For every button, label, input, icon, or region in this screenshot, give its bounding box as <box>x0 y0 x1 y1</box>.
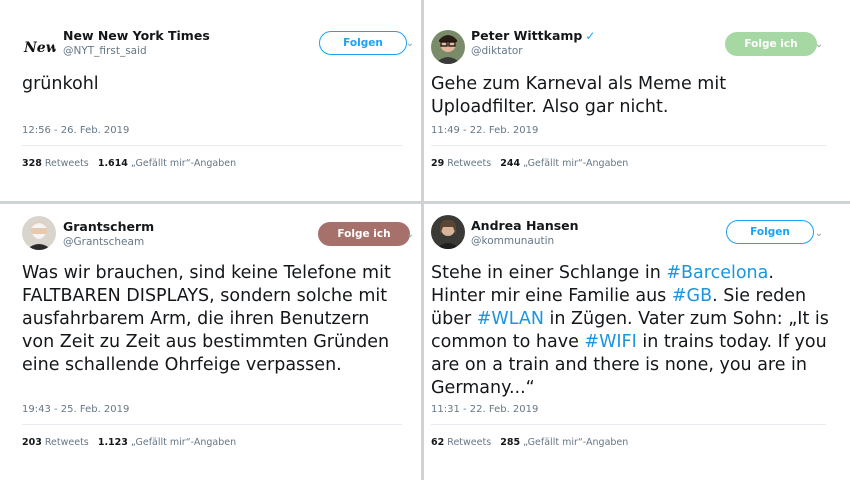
avatar[interactable] <box>431 30 465 64</box>
hashtag-link[interactable]: #Barcelona <box>666 263 768 283</box>
retweet-count[interactable]: 203 <box>22 437 42 448</box>
retweet-count[interactable]: 62 <box>431 437 444 448</box>
tweet-stats: 62 Retweets 285 „Gefällt mir“-Angaben <box>431 437 628 448</box>
separator <box>431 145 826 146</box>
retweet-label: Retweets <box>447 437 492 448</box>
nyt-logo-icon: New <box>22 30 56 64</box>
tweet-timestamp[interactable]: 19:43 - 25. Feb. 2019 <box>22 404 129 415</box>
chevron-down-icon[interactable]: ⌄ <box>404 38 416 50</box>
user-handle[interactable]: @diktator <box>471 45 523 57</box>
like-count[interactable]: 1.123 <box>98 437 128 448</box>
tweet-text: grünkohl <box>22 74 99 94</box>
like-label: „Gefällt mir“-Angaben <box>523 437 629 448</box>
chevron-down-icon[interactable]: ⌄ <box>813 228 825 240</box>
tweet-card: New New New York Times @NYT_first_said F… <box>22 27 417 197</box>
follow-button[interactable]: Folgen <box>726 220 814 244</box>
row-divider <box>0 201 850 204</box>
avatar[interactable]: New <box>22 30 56 64</box>
tweet-card: Grantscherm @Grantscheam Folge ich ⌄ Was… <box>22 216 417 476</box>
user-name[interactable]: Andrea Hansen <box>471 218 579 233</box>
like-count[interactable]: 1.614 <box>98 158 128 169</box>
separator <box>22 424 402 425</box>
user-handle[interactable]: @Grantscheam <box>63 236 144 248</box>
column-divider <box>421 0 424 480</box>
hashtag-link[interactable]: #GB <box>672 286 712 306</box>
retweet-label: Retweets <box>447 158 492 169</box>
avatar[interactable] <box>431 215 465 249</box>
user-name[interactable]: Peter Wittkamp ✓ <box>471 28 595 43</box>
svg-text:New: New <box>23 40 56 56</box>
avatar-image-icon <box>22 216 56 250</box>
separator <box>431 424 826 425</box>
user-handle[interactable]: @NYT_first_said <box>63 45 147 57</box>
retweet-label: Retweets <box>44 158 89 169</box>
retweet-label: Retweets <box>44 437 89 448</box>
retweet-count[interactable]: 29 <box>431 158 444 169</box>
like-count[interactable]: 244 <box>500 158 520 169</box>
like-count[interactable]: 285 <box>500 437 520 448</box>
verified-badge-icon: ✓ <box>585 29 596 43</box>
hashtag-link[interactable]: #WIFI <box>584 332 636 352</box>
following-button[interactable]: Folge ich <box>318 222 410 246</box>
text-segment: Stehe in einer Schlange in <box>431 263 667 283</box>
tweet-text: Gehe zum Karneval als Meme mit Uploadfil… <box>431 74 727 117</box>
tweet-text: Stehe in einer Schlange in #Barcelona. H… <box>431 262 831 400</box>
tweet-text: Was wir brauchen, sind keine Telefone mi… <box>22 263 391 375</box>
avatar-image-icon <box>431 30 465 64</box>
like-label: „Gefällt mir“-Angaben <box>130 158 237 169</box>
tweet-card: Peter Wittkamp ✓ @diktator Folge ich ⌄ Ge… <box>431 27 836 197</box>
tweet-stats: 328 Retweets 1.614 „Gefällt mir“-Angaben <box>22 158 236 169</box>
avatar[interactable] <box>22 216 56 250</box>
hashtag-link[interactable]: #WLAN <box>477 309 544 329</box>
chevron-down-icon[interactable]: ⌄ <box>813 39 825 51</box>
retweet-count[interactable]: 328 <box>22 158 42 169</box>
follow-button[interactable]: Folgen <box>319 31 407 55</box>
tweet-stats: 203 Retweets 1.123 „Gefällt mir“-Angaben <box>22 437 236 448</box>
user-name[interactable]: Grantscherm <box>63 219 154 234</box>
user-name-text: Peter Wittkamp <box>471 28 583 43</box>
tweet-stats: 29 Retweets 244 „Gefällt mir“-Angaben <box>431 158 628 169</box>
following-button[interactable]: Folge ich <box>725 32 817 56</box>
chevron-down-icon[interactable]: ⌄ <box>404 229 416 241</box>
separator <box>22 145 402 146</box>
tweet-timestamp[interactable]: 11:49 - 22. Feb. 2019 <box>431 125 538 136</box>
user-name[interactable]: New New York Times <box>63 28 210 43</box>
tweet-card: Andrea Hansen @kommunautin Folgen ⌄ Steh… <box>431 215 836 475</box>
tweet-timestamp[interactable]: 12:56 - 26. Feb. 2019 <box>22 125 129 136</box>
like-label: „Gefällt mir“-Angaben <box>523 158 629 169</box>
user-handle[interactable]: @kommunautin <box>471 235 554 247</box>
tweet-timestamp[interactable]: 11:31 - 22. Feb. 2019 <box>431 404 538 415</box>
avatar-image-icon <box>431 215 465 249</box>
like-label: „Gefällt mir“-Angaben <box>130 437 237 448</box>
